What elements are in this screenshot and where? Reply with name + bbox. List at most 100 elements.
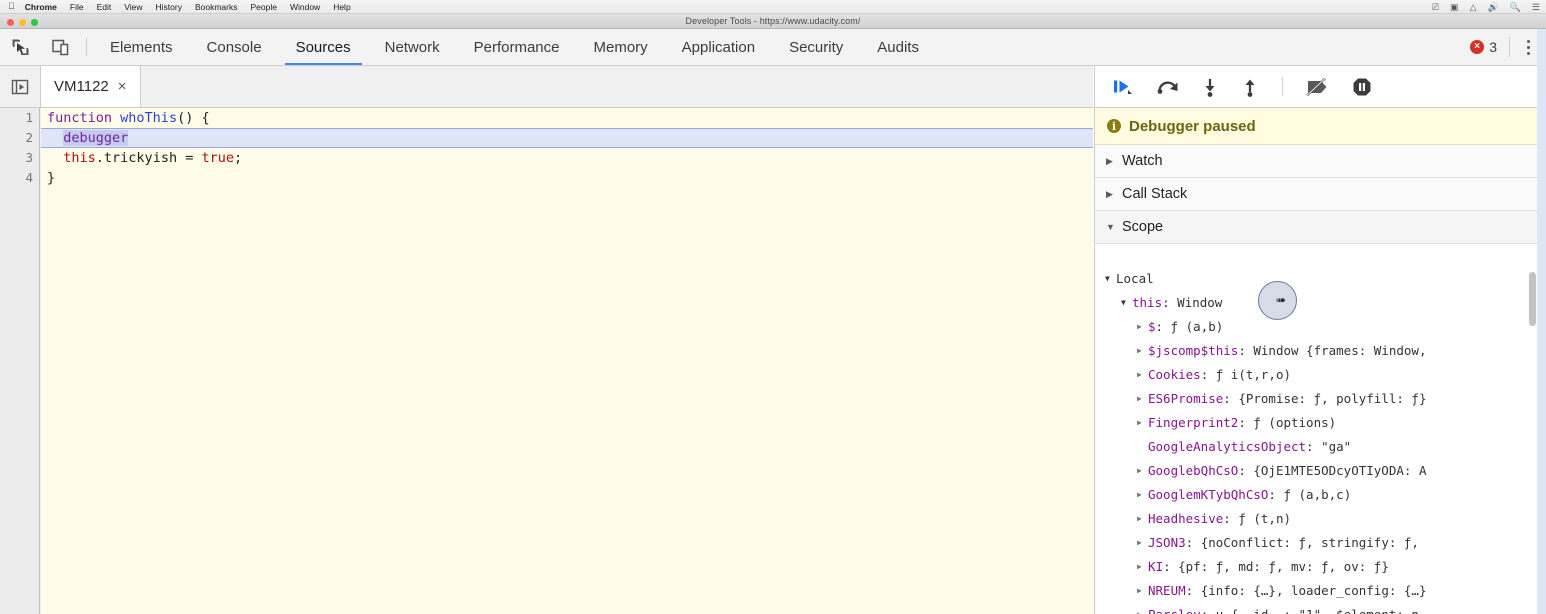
tab-label: Console: [206, 38, 262, 56]
resume-icon[interactable]: [1112, 76, 1136, 98]
scope-prop-dollar[interactable]: ▶ $: ƒ (a,b): [1095, 314, 1537, 338]
prop-value: ƒ (options): [1253, 414, 1337, 430]
prop-name: GooglebQhCsO: [1148, 462, 1239, 478]
prop-value: ƒ (a,b,c): [1283, 486, 1352, 502]
colon: :: [1162, 294, 1178, 310]
menu-item-bookmarks[interactable]: Bookmarks: [195, 2, 238, 12]
code-editor[interactable]: function whoThis() { debugger this.trick…: [41, 108, 1093, 614]
scope-prop-es6promise[interactable]: ▶ ES6Promise: {Promise: ƒ, polyfill: ƒ}: [1095, 386, 1537, 410]
screen-share-icon[interactable]: ⎚: [1432, 2, 1439, 12]
device-toolbar-icon[interactable]: [40, 29, 80, 65]
prop-name: GooglemKTybQhCsO: [1148, 486, 1269, 502]
dropbox-icon[interactable]: △: [1470, 2, 1477, 12]
scope-node-local[interactable]: ▼ Local: [1095, 266, 1537, 290]
scrollbar-thumb[interactable]: [1529, 272, 1536, 326]
tab-sources[interactable]: Sources: [279, 29, 368, 65]
tab-console[interactable]: Console: [190, 29, 279, 65]
chevron-right-icon: ▶: [1137, 513, 1142, 523]
close-icon[interactable]: ×: [118, 79, 127, 94]
code-line-1[interactable]: function whoThis() {: [41, 108, 1093, 128]
scope-prop-cookies[interactable]: ▶ Cookies: ƒ i(t,r,o): [1095, 362, 1537, 386]
tab-performance[interactable]: Performance: [457, 29, 577, 65]
scope-prop-ki[interactable]: ▶ KI: {pf: ƒ, md: ƒ, mv: ƒ, ov: ƒ}: [1095, 554, 1537, 578]
prop-name: Cookies: [1148, 366, 1201, 382]
debugger-paused-banner: i Debugger paused: [1095, 108, 1537, 145]
code-line-3[interactable]: this.trickyish = true;: [41, 148, 1093, 168]
deactivate-breakpoints-icon[interactable]: [1305, 76, 1331, 98]
inspect-element-icon[interactable]: [0, 29, 40, 65]
tab-memory[interactable]: Memory: [577, 29, 665, 65]
prop-name: ES6Promise: [1148, 390, 1224, 406]
line-number[interactable]: 2: [0, 128, 39, 148]
scope-prop-googleanalyticsobject[interactable]: GoogleAnalyticsObject: "ga": [1095, 434, 1537, 458]
screen-record-icon[interactable]: ▣: [1450, 2, 1459, 12]
menu-item-help[interactable]: Help: [333, 2, 350, 12]
tab-application[interactable]: Application: [665, 29, 772, 65]
sidebar-scrollbar[interactable]: [1529, 266, 1536, 614]
menu-item-view[interactable]: View: [124, 2, 142, 12]
line-number[interactable]: 3: [0, 148, 39, 168]
menu-item-people[interactable]: People: [250, 2, 276, 12]
chevron-right-icon: ▶: [1137, 561, 1142, 571]
show-navigator-icon[interactable]: [0, 66, 40, 107]
prop-value: "ga": [1321, 438, 1352, 454]
section-call-stack[interactable]: ▶ Call Stack: [1095, 178, 1537, 211]
menu-item-chrome[interactable]: Chrome: [25, 2, 57, 12]
tab-network[interactable]: Network: [368, 29, 457, 65]
scope-prop-nreum[interactable]: ▶ NREUM: {info: {…}, loader_config: {…}: [1095, 578, 1537, 602]
editor-gutter[interactable]: 1 2 3 4: [0, 108, 40, 614]
tab-elements[interactable]: Elements: [93, 29, 190, 65]
scope-prop-jscompthis[interactable]: ▶ $jscomp$this: Window {frames: Window,: [1095, 338, 1537, 362]
code-line-4[interactable]: }: [41, 168, 1093, 188]
step-out-icon[interactable]: [1240, 76, 1260, 98]
menu-item-window[interactable]: Window: [290, 2, 320, 12]
prop-name: KI: [1148, 558, 1164, 574]
chevron-right-icon: ▶: [1137, 369, 1142, 379]
error-count-label: 3: [1489, 39, 1497, 55]
apple-icon[interactable]: : [8, 2, 15, 11]
prop-value: {Promise: ƒ, polyfill: ƒ}: [1238, 390, 1427, 406]
line-number[interactable]: 4: [0, 168, 39, 188]
prop-name: GoogleAnalyticsObject: [1148, 438, 1307, 454]
scope-prop-parsley[interactable]: ▶ Parsley: u {__id__: "1", $element: n.: [1095, 602, 1537, 614]
prop-value: ƒ (t,n): [1238, 510, 1292, 526]
step-into-icon[interactable]: [1200, 76, 1220, 98]
search-icon[interactable]: 🔍: [1510, 2, 1521, 12]
chevron-down-icon: ▼: [1121, 297, 1126, 307]
control-center-icon[interactable]: ☰: [1532, 2, 1540, 12]
step-over-icon[interactable]: [1156, 76, 1180, 98]
section-watch[interactable]: ▶ Watch: [1095, 145, 1537, 178]
debugger-paused-label: Debugger paused: [1129, 117, 1256, 135]
scope-node-this[interactable]: ▼ this: Window: [1095, 290, 1537, 314]
tab-label: Sources: [295, 38, 351, 56]
menu-item-history[interactable]: History: [156, 2, 182, 12]
chevron-right-icon: ▶: [1137, 393, 1142, 403]
scope-prop-fingerprint2[interactable]: ▶ Fingerprint2: ƒ (options): [1095, 410, 1537, 434]
chevron-right-icon: ▶: [1137, 489, 1142, 499]
chevron-right-icon: ▶: [1106, 155, 1113, 166]
error-count-badge[interactable]: × 3: [1470, 39, 1497, 55]
pause-on-exceptions-icon[interactable]: [1351, 76, 1373, 98]
scope-prop-googlebqhcso[interactable]: ▶ GooglebQhCsO: {OjE1MTE5ODcyOTIyODA: A: [1095, 458, 1537, 482]
scope-prop-json3[interactable]: ▶ JSON3: {noConflict: ƒ, stringify: ƒ,: [1095, 530, 1537, 554]
menu-item-edit[interactable]: Edit: [97, 2, 112, 12]
line-number[interactable]: 1: [0, 108, 39, 128]
scope-this-value: Window: [1177, 294, 1223, 310]
scope-tree[interactable]: ▼ Local ▼ this: Window ▶ $: ƒ (a,b) ▶ $j…: [1095, 266, 1537, 614]
kebab-menu-icon[interactable]: [1521, 36, 1536, 59]
debugger-sidebar: i Debugger paused ▶ Watch ▶ Call Stack ▼…: [1094, 66, 1537, 614]
file-tab-vm1122[interactable]: VM1122 ×: [40, 66, 141, 107]
volume-icon[interactable]: 🔊: [1487, 2, 1498, 12]
scope-prop-googlemktybqhcso[interactable]: ▶ GooglemKTybQhCsO: ƒ (a,b,c): [1095, 482, 1537, 506]
tab-label: Application: [681, 38, 756, 56]
scope-prop-headhesive[interactable]: ▶ Headhesive: ƒ (t,n): [1095, 506, 1537, 530]
section-label: Call Stack: [1122, 186, 1188, 202]
prop-value: {info: {…}, loader_config: {…}: [1200, 582, 1427, 598]
section-label: Watch: [1122, 153, 1163, 169]
menu-item-file[interactable]: File: [70, 2, 84, 12]
section-scope[interactable]: ▼ Scope: [1095, 211, 1537, 244]
tab-security[interactable]: Security: [772, 29, 860, 65]
code-line-2-paused[interactable]: debugger: [41, 128, 1093, 148]
tab-audits[interactable]: Audits: [860, 29, 936, 65]
prop-name: $jscomp$this: [1148, 342, 1239, 358]
